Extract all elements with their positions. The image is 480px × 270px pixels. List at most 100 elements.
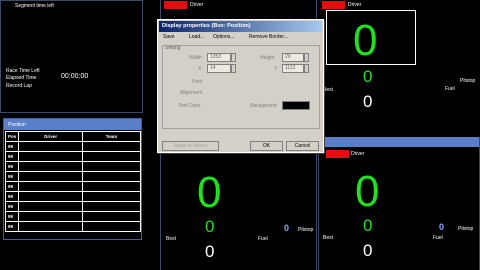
driver-panel-bottom-middle[interactable]: 0 0 0 Pitstop Best Fuel 0: [160, 153, 317, 270]
setting-group: Width 1353 Height 20 X 14 Y 1112 Font Al…: [162, 45, 320, 129]
col-driver: Driver: [18, 131, 83, 142]
pos-cell: 99: [4, 141, 20, 152]
time-digit: 0: [205, 242, 215, 261]
table-row: 99: [4, 171, 142, 182]
height-label: Height: [260, 55, 275, 61]
race-time-left-label: Race Time Left: [6, 68, 40, 74]
table-row: 99: [4, 201, 142, 212]
menu-remove-border[interactable]: Remove Border...: [249, 34, 288, 40]
position-panel[interactable]: Position Pos Driver Team 99 99 99 99 99 …: [3, 118, 142, 240]
y-spinner[interactable]: [304, 64, 309, 73]
position-digit: 0: [197, 168, 222, 217]
driver-cell: [18, 181, 83, 192]
driver-cell: [18, 171, 83, 182]
panel-title-bar[interactable]: [319, 137, 479, 147]
position-digit: 0: [353, 16, 378, 65]
lap-digit: 0: [363, 216, 373, 235]
segment-time-label: Segment time left: [15, 3, 54, 9]
table-row: 99: [4, 191, 142, 202]
menu-load[interactable]: Load...: [189, 34, 204, 40]
best-label: Best: [323, 87, 334, 93]
driver-cell: [18, 191, 83, 202]
driver-label: Driver: [348, 2, 362, 8]
width-spinner[interactable]: [231, 53, 236, 62]
position-title: Position: [8, 122, 26, 128]
time-digit: 0: [363, 92, 373, 111]
team-cell: [81, 181, 142, 192]
driver-cell: [18, 201, 83, 212]
dialog-menu-bar: Save Load... Options... Remove Border...: [159, 33, 322, 41]
dialog-title-bar[interactable]: Display properties (Box: Position): [159, 21, 322, 32]
team-cell: [81, 201, 142, 212]
height-spinner[interactable]: [304, 53, 309, 62]
table-row: 99: [4, 151, 142, 162]
display-properties-dialog[interactable]: Display properties (Box: Position) Save …: [157, 19, 324, 153]
team-cell: [81, 151, 142, 162]
lap-digit: 0: [363, 67, 373, 86]
apply-to-others-button[interactable]: Apply to others: [162, 141, 219, 151]
pitstop-count: 0: [284, 223, 290, 233]
table-row: 99: [4, 181, 142, 192]
pos-cell: 99: [4, 181, 20, 192]
background-label: Background: [250, 103, 277, 109]
position-table: Pos Driver Team 99 99 99 99 99 99 99 99 …: [4, 131, 142, 232]
menu-options[interactable]: Options...: [213, 34, 234, 40]
position-title-bar[interactable]: Position: [4, 119, 141, 130]
team-cell: [81, 141, 142, 152]
x-field[interactable]: 14: [207, 64, 231, 73]
position-digit: 0: [355, 167, 380, 216]
table-header-row: Pos Driver Team: [4, 131, 142, 142]
width-label: Width: [189, 55, 202, 61]
team-cell: [81, 211, 142, 222]
team-cell: [81, 191, 142, 202]
pos-cell: 99: [4, 151, 20, 162]
x-spinner[interactable]: [231, 64, 236, 73]
alignment-label: Alignment: [180, 90, 203, 96]
col-team: Team: [81, 131, 142, 142]
team-cell: [81, 161, 142, 172]
team-cell: [81, 171, 142, 182]
y-field[interactable]: 1112: [282, 64, 304, 73]
font-label: Font: [192, 79, 203, 85]
driver-cell: [18, 141, 83, 152]
driver-cell: [18, 161, 83, 172]
driver-panel-bottom-right[interactable]: Driver 0 0 0 Pitstop Best Fuel 0: [318, 137, 480, 270]
pos-cell: 99: [4, 211, 20, 222]
x-label: X: [198, 66, 202, 72]
table-row: 99: [4, 161, 142, 172]
col-pos: Pos: [4, 131, 20, 142]
pitstop-label: Pitstop: [298, 227, 314, 233]
driver-cell: [18, 211, 83, 222]
dialog-title: Display properties (Box: Position): [162, 23, 251, 29]
driver-panel-top-right[interactable]: Driver 0 0 Best Fuel Pitstop 0: [318, 0, 480, 117]
best-label: Best: [166, 236, 177, 242]
background-color-swatch[interactable]: [282, 101, 310, 110]
driver-cell: [18, 221, 83, 232]
width-field[interactable]: 1353: [207, 53, 231, 62]
menu-save[interactable]: Save: [163, 34, 174, 40]
pos-cell: 99: [4, 221, 20, 232]
driver-cell: [18, 151, 83, 162]
pitstop-label: Pitstop: [458, 226, 474, 232]
elapsed-time-value: 00:00:00: [61, 73, 89, 80]
pos-cell: 99: [4, 161, 20, 172]
driver-panel-top-middle[interactable]: Driver: [160, 0, 317, 20]
driver-label: Driver: [351, 151, 365, 157]
best-label: Best: [323, 235, 334, 241]
fuel-label: Fuel: [445, 86, 455, 92]
driver-label: Driver: [190, 2, 204, 8]
record-lap-label: Record Lap: [6, 83, 32, 89]
cancel-button[interactable]: Cancel: [286, 141, 319, 151]
y-label: Y: [274, 66, 278, 72]
team-cell: [81, 221, 142, 232]
lap-digit: 0: [205, 217, 215, 236]
pos-cell: 99: [4, 201, 20, 212]
ok-button[interactable]: OK: [250, 141, 283, 151]
pos-cell: 99: [4, 171, 20, 182]
fuel-label: Fuel: [433, 235, 443, 241]
driver-color-chip: [322, 1, 345, 9]
height-field[interactable]: 20: [282, 53, 304, 62]
text-color-label: Text Color: [178, 103, 201, 109]
fuel-label: Fuel: [258, 236, 268, 242]
table-row: 99: [4, 141, 142, 152]
